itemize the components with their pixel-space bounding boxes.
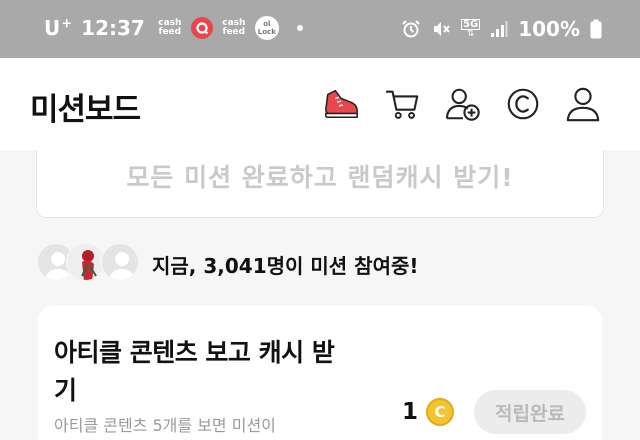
- add-user-icon[interactable]: [444, 85, 482, 123]
- banner-text: 모든 미션 완료하고 랜덤캐시 받기!: [126, 163, 514, 192]
- vibrate-mute-icon: [434, 22, 450, 36]
- app-header: 미션보드: [0, 58, 640, 150]
- clock: 12:37: [81, 16, 145, 40]
- reward-amount: 1: [402, 399, 419, 425]
- alarm-icon: [402, 20, 420, 38]
- battery-percentage: 100%: [518, 17, 580, 41]
- participants-prefix: 지금,: [152, 254, 204, 278]
- status-bar-left: U+ 12:37 cash feed cash feed ol Lock: [44, 16, 303, 40]
- status-bar-right: 5G ⇅ 100%: [401, 17, 602, 41]
- sneaker-icon[interactable]: [322, 85, 360, 123]
- network-indicator: 5G ⇅: [461, 19, 481, 39]
- battery-icon: [590, 19, 602, 39]
- cart-icon[interactable]: [384, 85, 422, 123]
- coin-symbol: C: [434, 403, 446, 421]
- reward-claimed-button[interactable]: 적립완료: [474, 390, 586, 434]
- ollock-notification-icon: ol Lock: [254, 16, 279, 40]
- coin-c-icon[interactable]: [504, 85, 542, 123]
- random-cash-banner[interactable]: 모든 미션 완료하고 랜덤캐시 받기!: [36, 150, 604, 218]
- app-q-notification-icon: [190, 17, 213, 39]
- signal-icon: [491, 21, 508, 37]
- more-notifications-dot-icon: [296, 25, 303, 31]
- cashfeed-notification-icon: cash feed: [158, 18, 182, 37]
- status-bar: U+ 12:37 cash feed cash feed ol Lock 5G ⇅ 1…: [0, 0, 640, 58]
- participants-status: 지금, 3,041명이 미션 참여중!: [152, 250, 419, 279]
- cashfeed-notification-icon-2: cash feed: [222, 18, 246, 37]
- carrier-label: U+: [44, 16, 74, 40]
- page-title: 미션보드: [30, 92, 141, 128]
- participants-suffix: 이 미션 참여중!: [285, 254, 419, 278]
- participant-count: 3,041명: [203, 254, 286, 278]
- data-arrows-icon: ⇅: [466, 29, 475, 39]
- coin-icon: C: [426, 398, 455, 426]
- mission-card[interactable]: 아티클 콘텐츠 보고 캐시 받기 아티클 콘텐츠 5개를 보면 미션이 1 C …: [38, 306, 602, 440]
- mission-description: 아티클 콘텐츠 5개를 보면 미션이: [54, 416, 276, 435]
- avatar: [100, 242, 140, 282]
- participant-avatars: [36, 242, 142, 284]
- mission-title: 아티클 콘텐츠 보고 캐시 받기: [54, 338, 335, 405]
- mission-reward: 1 C: [402, 398, 455, 426]
- profile-icon[interactable]: [564, 85, 602, 123]
